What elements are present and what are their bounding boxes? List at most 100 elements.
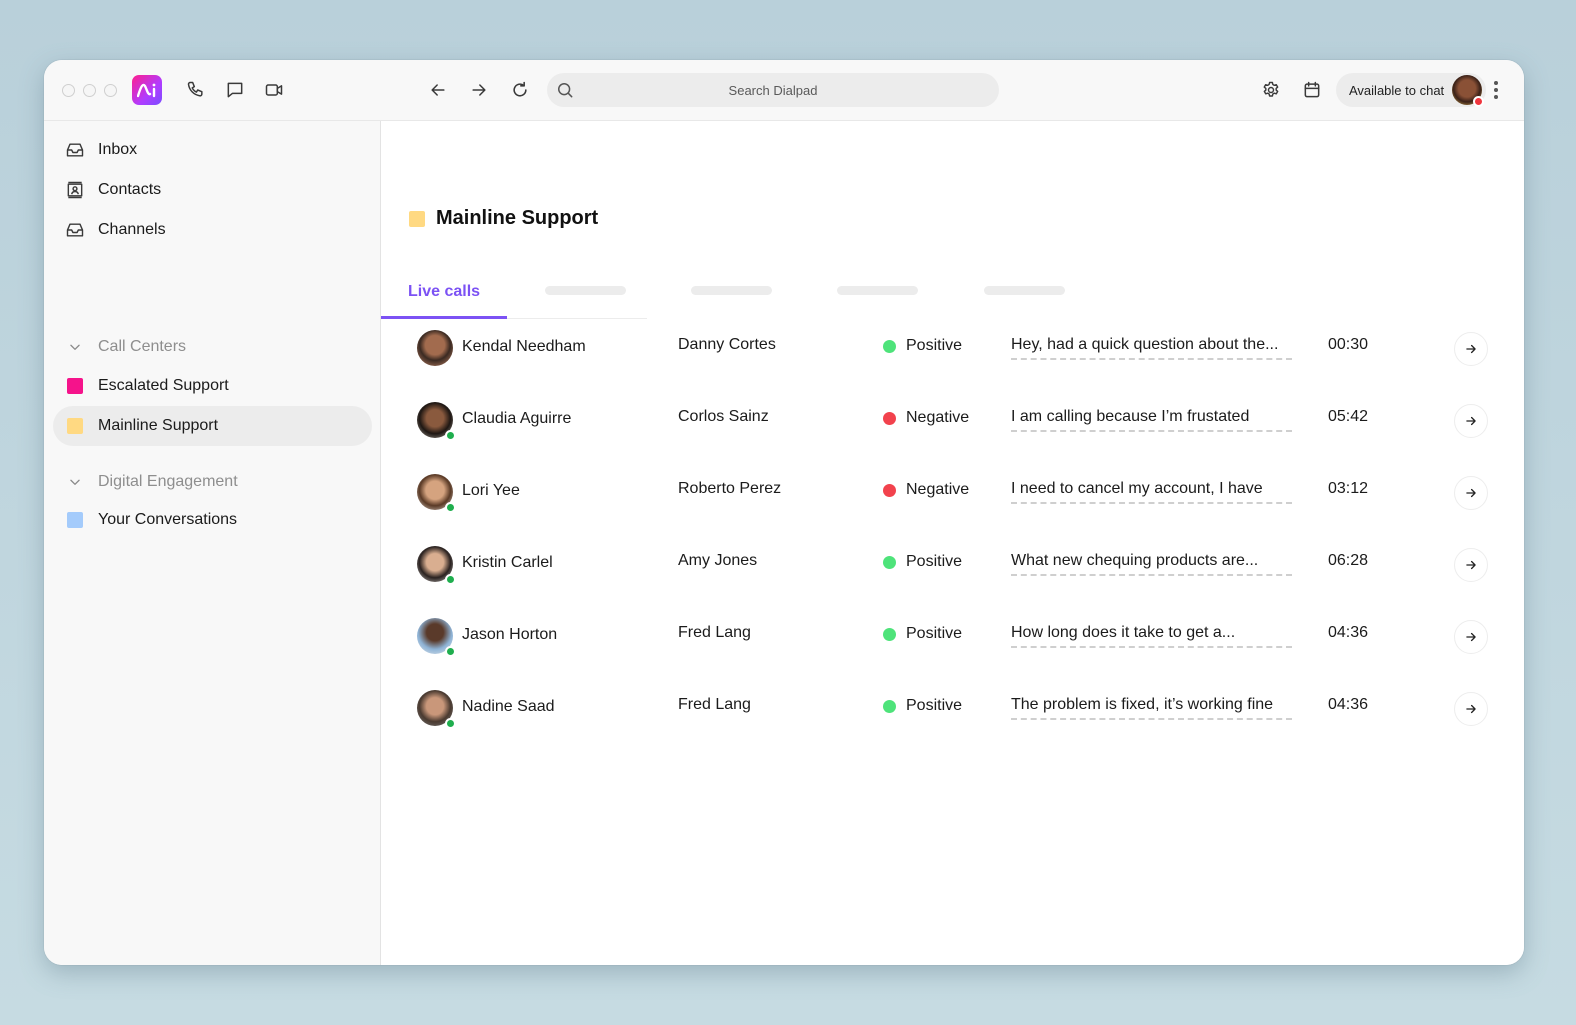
call-duration: 00:30	[1328, 336, 1369, 353]
back-arrow-icon	[431, 84, 445, 96]
sidebar-item-label: Mainline Support	[98, 417, 219, 434]
tab-placeholder[interactable]	[691, 286, 772, 295]
settings-button[interactable]	[1257, 76, 1285, 104]
sentiment-label: Negative	[906, 481, 970, 498]
sentiment-label: Positive	[906, 697, 963, 714]
caller-name: Danny Cortes	[678, 336, 776, 353]
maximize-window-button[interactable]	[104, 84, 117, 97]
back-button[interactable]	[424, 76, 452, 104]
chat-button[interactable]	[221, 76, 249, 104]
call-row[interactable]: Nadine Saad Fred Lang Positive The probl…	[381, 678, 1524, 750]
transcript-snippet[interactable]: I am calling because I’m frustated	[1011, 408, 1292, 432]
logo-icon	[137, 83, 156, 98]
call-center-color-swatch	[409, 210, 425, 227]
section-toggle-digital-engagement[interactable]: Digital Engagement	[53, 467, 372, 497]
sentiment-indicator: Positive	[883, 625, 962, 643]
sidebar-item-inbox[interactable]: Inbox	[53, 130, 372, 170]
forward-button[interactable]	[465, 76, 493, 104]
calendar-button[interactable]	[1298, 76, 1326, 104]
sentiment-dot	[883, 627, 896, 641]
sidebar-item-channels[interactable]: Channels	[53, 210, 372, 250]
section-toggle-call-centers[interactable]: Call Centers	[53, 332, 372, 362]
sidebar-item-your-conversations[interactable]: Your Conversations	[53, 500, 372, 540]
tab-placeholder[interactable]	[545, 286, 626, 295]
tab-placeholder[interactable]	[837, 286, 918, 295]
app-logo[interactable]	[132, 75, 162, 105]
video-button[interactable]	[260, 76, 288, 104]
call-duration: 04:36	[1328, 624, 1369, 641]
agent-name: Kristin Carlel	[462, 554, 553, 571]
sidebar-item-label: Your Conversations	[98, 511, 238, 528]
sidebar-item-escalated-support[interactable]: Escalated Support	[53, 366, 372, 406]
call-row[interactable]: Kendal Needham Danny Cortes Positive Hey…	[381, 318, 1524, 390]
phone-button[interactable]	[182, 76, 210, 104]
tab-live-calls[interactable]: Live calls	[381, 269, 507, 319]
open-call-button[interactable]	[1454, 620, 1488, 654]
caller-name: Fred Lang	[678, 696, 751, 713]
chevron-down-icon	[64, 340, 86, 354]
contacts-icon	[64, 179, 86, 201]
agent-name: Kendal Needham	[462, 338, 586, 355]
caller-name: Corlos Sainz	[678, 408, 769, 425]
call-row[interactable]: Lori Yee Roberto Perez Negative I need t…	[381, 462, 1524, 534]
color-swatch	[67, 378, 83, 394]
online-status-dot	[445, 502, 456, 513]
sidebar-item-mainline-support[interactable]: Mainline Support	[53, 406, 372, 446]
call-row[interactable]: Kristin Carlel Amy Jones Positive What n…	[381, 534, 1524, 606]
transcript-snippet[interactable]: I need to cancel my account, I have	[1011, 480, 1292, 504]
section-label: Digital Engagement	[98, 473, 238, 490]
search-input[interactable]	[547, 73, 999, 107]
online-status-dot	[445, 646, 456, 657]
close-window-button[interactable]	[62, 84, 75, 97]
tab-placeholder[interactable]	[984, 286, 1065, 295]
phone-icon	[187, 81, 203, 97]
transcript-snippet[interactable]: The problem is fixed, it’s working fine	[1011, 696, 1292, 720]
minimize-window-button[interactable]	[83, 84, 96, 97]
sentiment-indicator: Positive	[883, 337, 962, 355]
agent-avatar	[417, 402, 456, 441]
agent-avatar	[417, 618, 456, 657]
arrow-right-icon	[1466, 560, 1476, 570]
more-options-button[interactable]	[1488, 78, 1504, 102]
search-icon	[558, 83, 573, 98]
status-indicator-dot	[1473, 96, 1484, 107]
arrow-right-icon	[1466, 416, 1476, 426]
tab-label: Live calls	[408, 283, 481, 300]
call-row[interactable]: Jason Horton Fred Lang Positive How long…	[381, 606, 1524, 678]
open-call-button[interactable]	[1454, 548, 1488, 582]
forward-arrow-icon	[472, 84, 486, 96]
section-label: Call Centers	[98, 338, 187, 355]
sentiment-indicator: Negative	[883, 409, 969, 427]
open-call-button[interactable]	[1454, 692, 1488, 726]
sentiment-dot	[883, 411, 896, 425]
chevron-down-icon	[64, 475, 86, 489]
app-window: Available to chat Inbox Contacts Channe	[44, 60, 1524, 965]
sentiment-indicator: Positive	[883, 553, 962, 571]
refresh-icon	[513, 81, 527, 97]
sentiment-label: Positive	[906, 337, 963, 354]
open-call-button[interactable]	[1454, 332, 1488, 366]
agent-avatar	[417, 330, 453, 366]
sidebar-item-label: Inbox	[98, 141, 138, 158]
arrow-right-icon	[1466, 488, 1476, 498]
sentiment-dot	[883, 555, 896, 569]
call-row[interactable]: Claudia Aguirre Corlos Sainz Negative I …	[381, 390, 1524, 462]
transcript-snippet[interactable]: What new chequing products are...	[1011, 552, 1292, 576]
user-avatar[interactable]	[1452, 75, 1484, 107]
gear-icon	[1263, 81, 1279, 97]
online-status-dot	[445, 718, 456, 729]
refresh-button[interactable]	[506, 76, 534, 104]
page-title: Mainline Support	[436, 207, 599, 229]
transcript-snippet[interactable]: Hey, had a quick question about the...	[1011, 336, 1292, 360]
caller-name: Amy Jones	[678, 552, 758, 569]
sidebar-item-contacts[interactable]: Contacts	[53, 170, 372, 210]
sentiment-indicator: Positive	[883, 697, 962, 715]
inbox-icon	[64, 139, 86, 161]
open-call-button[interactable]	[1454, 476, 1488, 510]
open-call-button[interactable]	[1454, 404, 1488, 438]
sentiment-dot	[883, 339, 896, 353]
sentiment-indicator: Negative	[883, 481, 969, 499]
search-bar[interactable]	[547, 73, 999, 107]
transcript-snippet[interactable]: How long does it take to get a...	[1011, 624, 1292, 648]
caller-name: Fred Lang	[678, 624, 751, 641]
